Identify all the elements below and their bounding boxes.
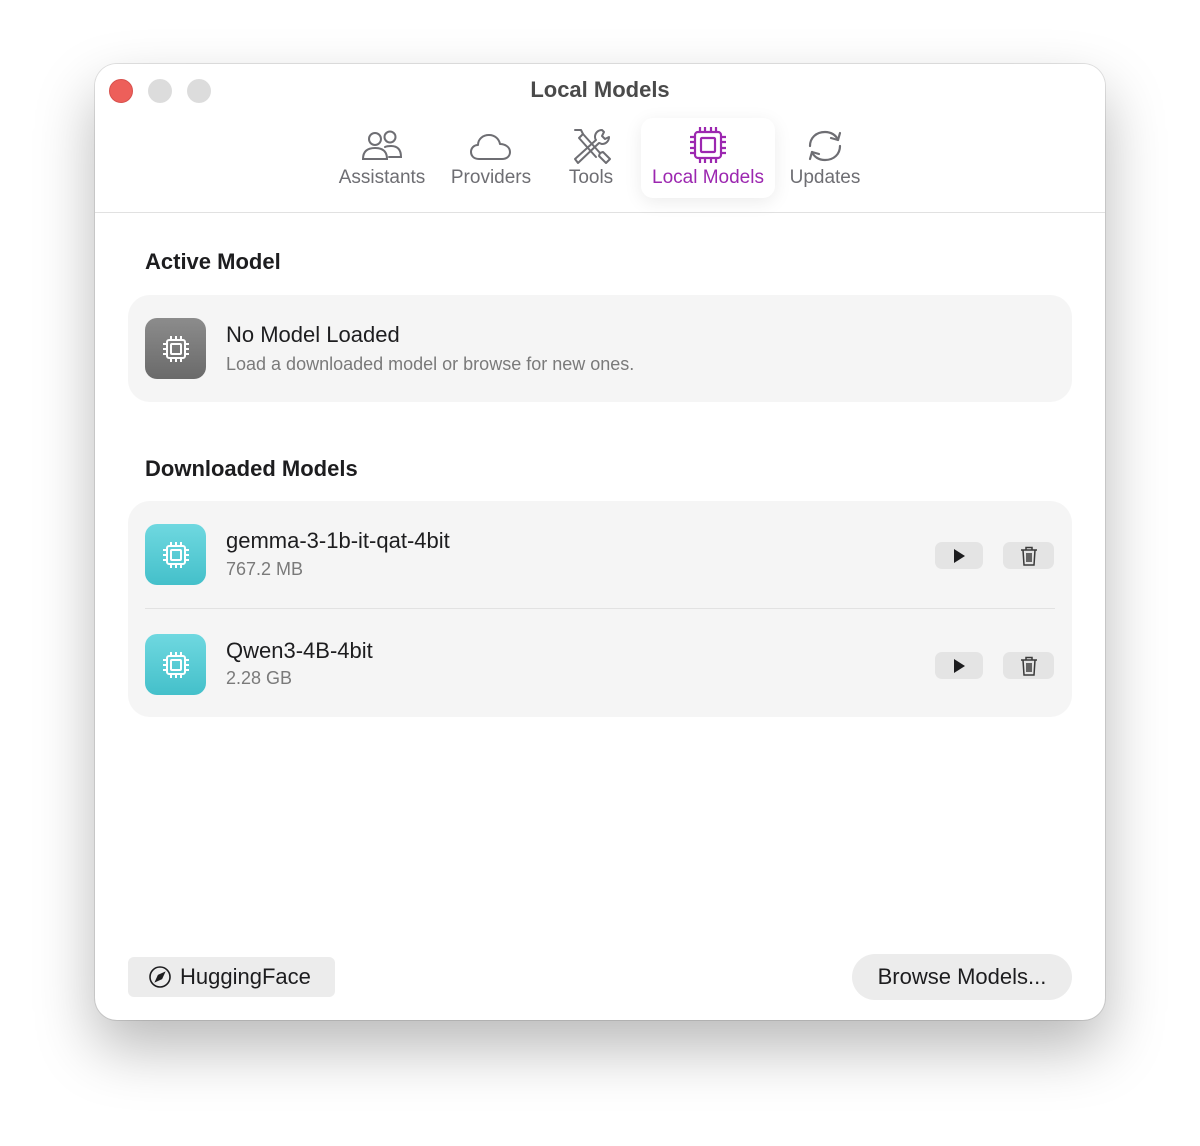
- huggingface-label: HuggingFace: [180, 964, 311, 989]
- tab-providers[interactable]: Providers: [445, 118, 537, 198]
- trash-icon: [1020, 656, 1037, 676]
- huggingface-button[interactable]: HuggingFace: [128, 957, 335, 997]
- compass-icon: [149, 966, 171, 988]
- play-icon: [954, 658, 965, 673]
- tab-label: Tools: [568, 167, 614, 188]
- model-name: Qwen3-4B-4bit: [226, 638, 373, 663]
- tab-label: Updates: [789, 167, 861, 188]
- active-model-heading: Active Model: [145, 249, 281, 274]
- refresh-icon: [808, 130, 842, 162]
- browse-models-label: Browse Models...: [877, 964, 1047, 989]
- play-icon: [954, 548, 965, 563]
- model-chip-icon: [145, 634, 206, 695]
- browse-models-button[interactable]: Browse Models...: [852, 954, 1072, 1000]
- row-divider: [145, 608, 1055, 609]
- settings-window: Local Models Assistants Providers Tools …: [95, 64, 1105, 1020]
- model-size: 2.28 GB: [226, 668, 293, 688]
- local-models-pane: Active Model No Model Loaded Load a down…: [95, 213, 1105, 1020]
- window-title: Local Models: [530, 77, 670, 102]
- tab-label: Assistants: [338, 167, 426, 188]
- active-model-subtitle: Load a downloaded model or browse for ne…: [226, 354, 635, 374]
- tab-label: Local Models: [652, 167, 764, 188]
- tab-tools[interactable]: Tools: [556, 118, 626, 198]
- active-model-card: No Model Loaded Load a downloaded model …: [128, 295, 1072, 402]
- tab-assistants[interactable]: Assistants: [335, 118, 429, 198]
- model-name: gemma-3-1b-it-qat-4bit: [226, 528, 450, 553]
- load-model-button[interactable]: [935, 542, 983, 569]
- trash-icon: [1020, 546, 1037, 566]
- model-chip-icon: [145, 524, 206, 585]
- cpu-icon: [690, 127, 726, 163]
- tab-label: Providers: [450, 167, 532, 188]
- title-bar: Local Models Assistants Providers Tools …: [95, 64, 1105, 213]
- model-chip-icon: [145, 318, 206, 379]
- tab-local-models[interactable]: Local Models: [641, 118, 775, 198]
- people-icon: [361, 130, 403, 160]
- downloaded-models-list: gemma-3-1b-it-qat-4bit 767.2 MB Qwen3-4B…: [128, 501, 1072, 717]
- load-model-button[interactable]: [935, 652, 983, 679]
- delete-model-button[interactable]: [1003, 652, 1054, 679]
- downloaded-models-heading: Downloaded Models: [145, 456, 358, 481]
- delete-model-button[interactable]: [1003, 542, 1054, 569]
- tab-bar: Assistants Providers Tools Local Models …: [95, 118, 1105, 200]
- active-model-title: No Model Loaded: [226, 322, 400, 347]
- tools-icon: [574, 129, 611, 164]
- model-size: 767.2 MB: [226, 559, 304, 579]
- cloud-icon: [470, 134, 511, 160]
- tab-updates[interactable]: Updates: [785, 118, 865, 198]
